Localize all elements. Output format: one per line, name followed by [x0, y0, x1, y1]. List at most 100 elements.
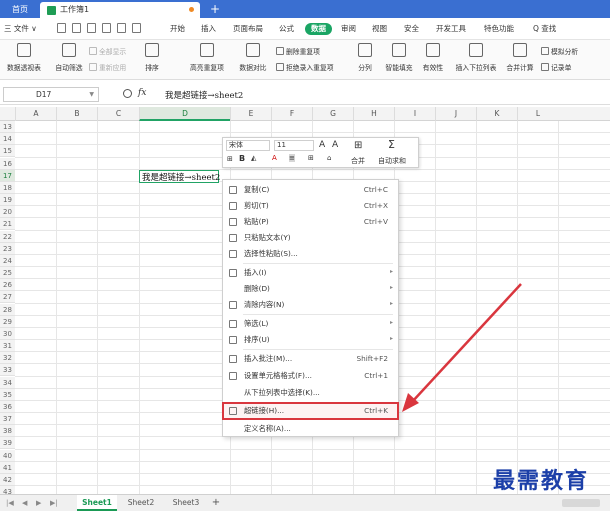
- row-header[interactable]: 36: [0, 400, 15, 413]
- row-header[interactable]: 41: [0, 461, 15, 474]
- merge-cells-icon[interactable]: ⊞: [354, 140, 362, 151]
- row-header[interactable]: 13: [0, 121, 15, 133]
- fx-icon[interactable]: fx: [138, 88, 146, 98]
- column-header[interactable]: B: [56, 107, 97, 121]
- menu-item-copy[interactable]: 复制(C) Ctrl+C: [223, 182, 398, 198]
- reject-duplicates-button[interactable]: 拒绝录入重复项: [276, 62, 334, 72]
- row-header[interactable]: 37: [0, 413, 15, 426]
- save-icon[interactable]: [57, 23, 66, 33]
- row-header[interactable]: 20: [0, 206, 15, 219]
- record-form-button[interactable]: 记录单: [541, 62, 571, 72]
- menu-item-paste[interactable]: 粘贴(P) Ctrl+V: [223, 214, 398, 230]
- shrink-font-icon[interactable]: A: [332, 140, 338, 150]
- row-header[interactable]: 34: [0, 376, 15, 389]
- menu-item-paste-special[interactable]: 选择性粘贴(S)...: [223, 246, 398, 262]
- menu-item-hyperlink[interactable]: 超链接(H)... Ctrl+K: [222, 402, 399, 420]
- grow-font-icon[interactable]: A: [319, 140, 325, 150]
- row-header[interactable]: 30: [0, 327, 15, 340]
- menu-item-define-name[interactable]: 定义名称(A)...: [223, 421, 398, 437]
- menu-item-format-cells[interactable]: 设置单元格格式(F)... Ctrl+1: [223, 368, 398, 384]
- menu-item-insert-comment[interactable]: 插入批注(M)... Shift+F2: [223, 351, 398, 367]
- row-header[interactable]: 23: [0, 242, 15, 255]
- menu-item-cut[interactable]: 剪切(T) Ctrl+X: [223, 198, 398, 214]
- font-name-select[interactable]: 宋体: [226, 140, 270, 151]
- name-box[interactable]: D17 ▼: [3, 87, 99, 102]
- column-header-selected[interactable]: D: [139, 107, 230, 121]
- redo-icon[interactable]: [132, 23, 141, 33]
- row-header[interactable]: 31: [0, 340, 15, 353]
- menu-page-layout[interactable]: 页面布局: [233, 23, 263, 35]
- column-header[interactable]: K: [476, 107, 517, 121]
- row-header[interactable]: 14: [0, 133, 15, 146]
- data-compare-button[interactable]: 数据对比: [234, 43, 272, 72]
- smart-fill-button[interactable]: 智能填充: [382, 43, 416, 72]
- column-header[interactable]: I: [394, 107, 435, 121]
- next-sheet-icon[interactable]: ▶: [36, 499, 41, 507]
- cell-d17-value[interactable]: 我是超链接→sheet2: [142, 171, 220, 183]
- reapply-button[interactable]: 重新应用: [89, 62, 126, 72]
- show-all-button[interactable]: 全部显示: [89, 46, 126, 56]
- pivot-table-button[interactable]: 数据透视表: [4, 43, 44, 72]
- column-header[interactable]: L: [517, 107, 558, 121]
- export-icon[interactable]: [72, 23, 81, 33]
- menu-features[interactable]: 特色功能: [484, 23, 514, 35]
- row-header[interactable]: 19: [0, 194, 15, 207]
- row-header[interactable]: 27: [0, 291, 15, 304]
- menu-item-clear[interactable]: 清除内容(N) ▸: [223, 297, 398, 313]
- search-menu[interactable]: Q 查找: [533, 23, 556, 35]
- column-header[interactable]: H: [353, 107, 394, 121]
- highlight-duplicates-button[interactable]: 高亮重复项: [184, 43, 230, 72]
- row-header[interactable]: 17: [0, 169, 15, 182]
- prev-sheet-icon[interactable]: ◀: [22, 499, 27, 507]
- home-tab[interactable]: 首页: [0, 2, 40, 18]
- menu-formula[interactable]: 公式: [279, 23, 294, 35]
- fill-color-icon[interactable]: ◭: [251, 154, 256, 162]
- menu-developer[interactable]: 开发工具: [436, 23, 466, 35]
- tab-sheet1[interactable]: Sheet1: [77, 495, 117, 511]
- autofilter-button[interactable]: 自动筛选: [52, 43, 86, 72]
- formula-input[interactable]: 我是超链接→sheet2: [165, 89, 243, 101]
- consolidate-button[interactable]: 合并计算: [503, 43, 537, 72]
- chevron-down-icon[interactable]: ▼: [89, 88, 94, 101]
- row-header[interactable]: 15: [0, 145, 15, 158]
- last-sheet-icon[interactable]: ▶|: [50, 499, 58, 507]
- row-header[interactable]: 28: [0, 303, 15, 316]
- menu-item-delete[interactable]: 删除(D) ▸: [223, 281, 398, 297]
- row-header[interactable]: 32: [0, 352, 15, 365]
- menu-item-pick-from-list[interactable]: 从下拉列表中选择(K)...: [223, 385, 398, 401]
- menu-insert[interactable]: 插入: [201, 23, 216, 35]
- sigma-icon[interactable]: Σ: [388, 138, 395, 151]
- menu-start[interactable]: 开始: [170, 23, 185, 35]
- insert-dropdown-button[interactable]: 插入下拉列表: [452, 43, 500, 72]
- row-header[interactable]: 26: [0, 279, 15, 292]
- undo-icon[interactable]: [117, 23, 126, 33]
- row-header[interactable]: 42: [0, 473, 15, 486]
- what-if-analysis-button[interactable]: 模拟分析: [541, 46, 578, 56]
- new-tab-button[interactable]: +: [210, 1, 220, 17]
- menu-security[interactable]: 安全: [404, 23, 419, 35]
- remove-duplicates-button[interactable]: 删除重复项: [276, 46, 320, 56]
- menu-item-sort[interactable]: 排序(U) ▸: [223, 332, 398, 348]
- row-header[interactable]: 21: [0, 218, 15, 231]
- row-header[interactable]: 33: [0, 364, 15, 377]
- menu-data[interactable]: 数据: [305, 23, 332, 35]
- row-header[interactable]: 16: [0, 157, 15, 170]
- row-header[interactable]: 40: [0, 449, 15, 462]
- column-header[interactable]: G: [312, 107, 353, 121]
- font-size-select[interactable]: 11: [274, 140, 314, 151]
- row-header[interactable]: 29: [0, 315, 15, 328]
- column-header[interactable]: F: [271, 107, 312, 121]
- horizontal-scrollbar[interactable]: [562, 499, 600, 507]
- menu-item-filter[interactable]: 筛选(L) ▸: [223, 316, 398, 332]
- autosum-button[interactable]: 自动求和: [378, 156, 406, 166]
- add-sheet-button[interactable]: +: [209, 495, 223, 511]
- workbook-tab[interactable]: 工作簿1: [40, 2, 200, 18]
- first-sheet-icon[interactable]: |◀: [6, 499, 14, 507]
- border-icon[interactable]: ⊞: [308, 154, 314, 162]
- row-header[interactable]: 35: [0, 388, 15, 401]
- row-header[interactable]: 22: [0, 230, 15, 243]
- file-menu[interactable]: 三 文件 ∨: [4, 23, 37, 35]
- column-header[interactable]: J: [435, 107, 476, 121]
- menu-item-paste-text[interactable]: 只粘贴文本(Y): [223, 230, 398, 246]
- bold-button[interactable]: B: [239, 154, 245, 163]
